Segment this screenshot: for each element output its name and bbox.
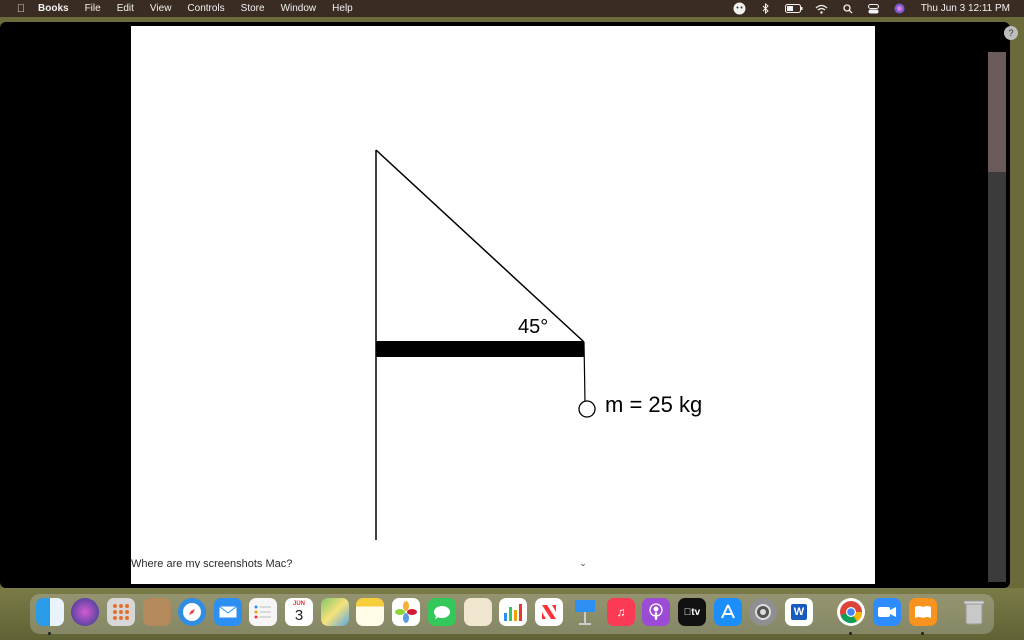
preview-icon[interactable] bbox=[464, 598, 492, 626]
user-face-icon[interactable] bbox=[733, 2, 747, 15]
menu-file[interactable]: File bbox=[85, 3, 101, 14]
help-icon[interactable]: ? bbox=[1004, 26, 1018, 40]
scroll-thumb[interactable] bbox=[988, 52, 1006, 172]
siri-app-icon[interactable] bbox=[71, 598, 99, 626]
menu-app-name[interactable]: Books bbox=[38, 3, 69, 14]
page-caption[interactable]: Where are my screenshots Mac? bbox=[131, 558, 431, 568]
siri-icon[interactable] bbox=[893, 3, 907, 14]
menubar-clock[interactable]: Thu Jun 3 12:11 PM bbox=[921, 3, 1010, 14]
contacts-icon[interactable] bbox=[143, 598, 171, 626]
calendar-day: 3 bbox=[294, 606, 304, 624]
search-icon[interactable] bbox=[841, 3, 855, 14]
trash-icon[interactable] bbox=[960, 598, 988, 626]
chevron-down-icon[interactable]: ⌄ bbox=[576, 558, 590, 569]
support-cable bbox=[375, 149, 585, 343]
mass-label: m = 25 kg bbox=[605, 392, 702, 417]
maps-icon[interactable] bbox=[321, 598, 349, 626]
word-label: W bbox=[791, 604, 807, 620]
numbers-icon[interactable] bbox=[499, 598, 527, 626]
status-area: Thu Jun 3 12:11 PM bbox=[733, 0, 1024, 17]
menu-view[interactable]: View bbox=[150, 3, 172, 14]
hanging-mass bbox=[578, 400, 596, 418]
notes-icon[interactable] bbox=[356, 598, 384, 626]
apple-menu-icon[interactable]:  bbox=[14, 3, 28, 15]
running-indicator bbox=[849, 632, 852, 635]
system-preferences-icon[interactable] bbox=[749, 598, 777, 626]
podcasts-icon[interactable] bbox=[642, 598, 670, 626]
apple-tv-icon[interactable]: tv bbox=[678, 598, 706, 626]
finder-icon[interactable] bbox=[36, 598, 64, 626]
book-page: 45° m = 25 kg bbox=[131, 26, 875, 584]
apple-tv-label: tv bbox=[687, 606, 700, 618]
control-center-icon[interactable] bbox=[867, 3, 881, 14]
menu-store[interactable]: Store bbox=[241, 3, 265, 14]
wifi-icon[interactable] bbox=[815, 3, 829, 14]
safari-icon[interactable] bbox=[178, 598, 206, 626]
music-icon[interactable]: ♫ bbox=[607, 598, 635, 626]
launchpad-icon[interactable] bbox=[107, 598, 135, 626]
messages-icon[interactable] bbox=[428, 598, 456, 626]
keynote-icon[interactable] bbox=[571, 598, 599, 626]
angle-label: 45° bbox=[518, 316, 548, 338]
horizontal-beam bbox=[376, 341, 584, 357]
side-scrollbar[interactable] bbox=[988, 52, 1006, 582]
books-window: 45° m = 25 kg bbox=[0, 22, 1010, 588]
hanging-string bbox=[583, 341, 586, 403]
running-indicator bbox=[921, 632, 924, 635]
menu-help[interactable]: Help bbox=[332, 3, 353, 14]
chrome-icon[interactable] bbox=[837, 598, 865, 626]
zoom-icon[interactable] bbox=[873, 598, 901, 626]
physics-diagram: 45° m = 25 kg bbox=[375, 149, 702, 540]
menu-bar:  Books File Edit View Controls Store Wi… bbox=[0, 0, 1024, 17]
news-icon[interactable] bbox=[535, 598, 563, 626]
menu-window[interactable]: Window bbox=[281, 3, 317, 14]
running-indicator bbox=[48, 632, 51, 635]
mail-icon[interactable] bbox=[214, 598, 242, 626]
bluetooth-icon[interactable] bbox=[759, 3, 773, 14]
menu-edit[interactable]: Edit bbox=[117, 3, 134, 14]
word-icon[interactable]: W bbox=[785, 598, 813, 626]
app-store-icon[interactable] bbox=[714, 598, 742, 626]
menu-controls[interactable]: Controls bbox=[187, 3, 224, 14]
calendar-icon[interactable]: JUN 3 bbox=[285, 598, 313, 626]
books-app-icon[interactable] bbox=[909, 598, 937, 626]
battery-icon[interactable] bbox=[784, 3, 803, 14]
photos-icon[interactable] bbox=[392, 598, 420, 626]
reminders-icon[interactable] bbox=[249, 598, 277, 626]
